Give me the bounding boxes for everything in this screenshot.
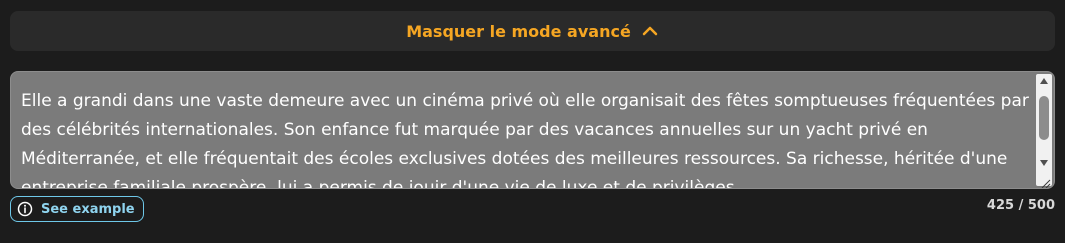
advanced-mode-toggle[interactable]: Masquer le mode avancé: [10, 11, 1055, 51]
prompt-text[interactable]: Elle a grandi dans une vaste demeure ave…: [21, 87, 1031, 188]
prompt-textarea[interactable]: Elle a grandi dans une vaste demeure ave…: [10, 71, 1055, 189]
chevron-up-icon: [641, 22, 659, 40]
see-example-label: See example: [41, 201, 135, 217]
see-example-button[interactable]: See example: [10, 196, 144, 222]
resize-handle-icon[interactable]: [1039, 174, 1051, 188]
scroll-down-arrow-icon[interactable]: [1036, 156, 1052, 170]
textarea-scrollbar[interactable]: [1036, 74, 1052, 186]
character-count: 425 / 500: [986, 198, 1055, 213]
scroll-up-arrow-icon[interactable]: [1036, 74, 1052, 88]
info-icon: [17, 201, 33, 217]
advanced-mode-label: Masquer le mode avancé: [406, 21, 631, 41]
scroll-thumb[interactable]: [1039, 96, 1049, 140]
